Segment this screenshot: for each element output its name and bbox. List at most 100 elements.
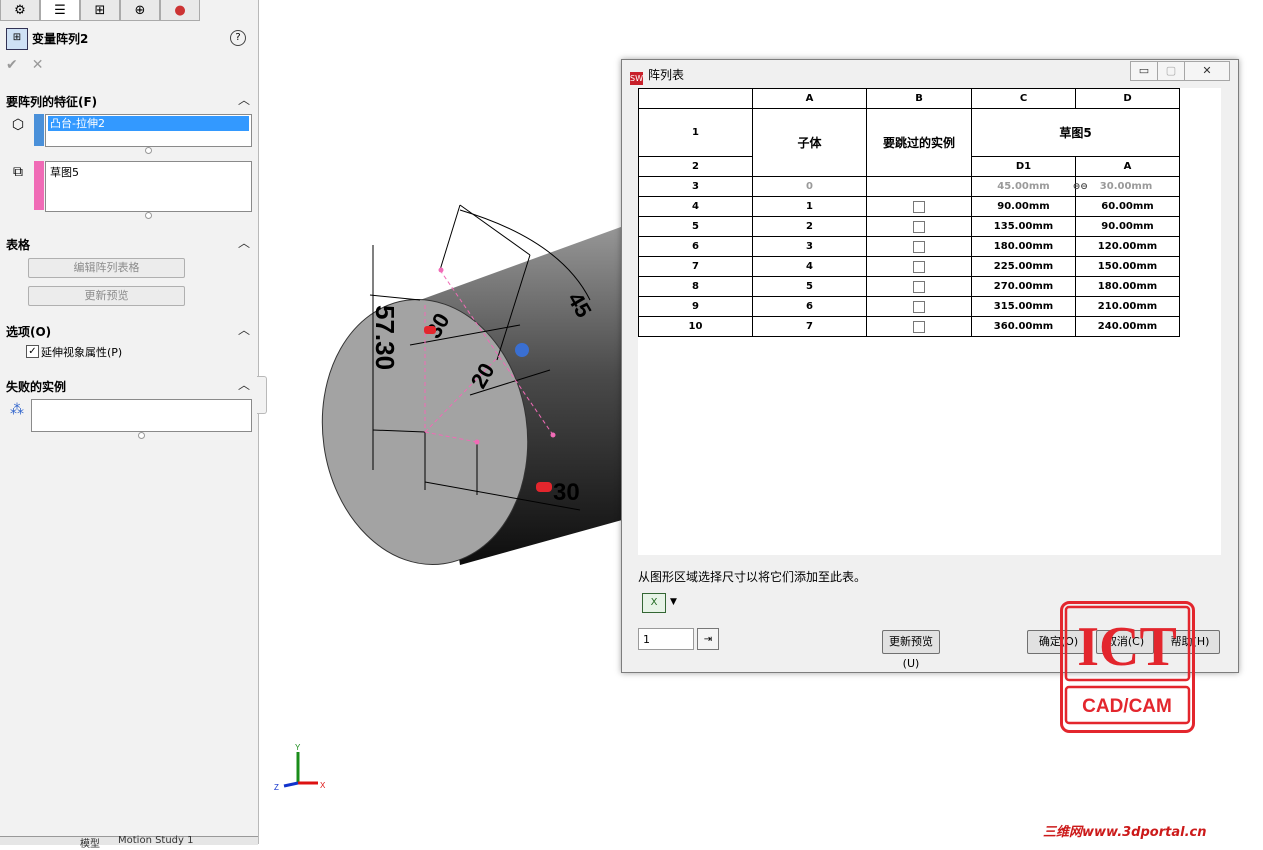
instance-index: 1 (752, 196, 867, 217)
tab-motion-study[interactable]: Motion Study 1 (118, 835, 194, 846)
row-header[interactable]: 9 (638, 296, 753, 317)
collapse-caret-icon[interactable]: ︿ (238, 376, 250, 393)
section-table-title: 表格 (6, 238, 31, 252)
collapse-caret-icon[interactable]: ︿ (238, 91, 250, 108)
section-failed-header[interactable]: 失败的实例 ︿ (6, 378, 250, 395)
extend-visual-checkbox[interactable]: ✓ (26, 345, 39, 358)
row-header[interactable]: 10 (638, 316, 753, 337)
sketch-group-title: 草图5 (971, 108, 1180, 157)
row-header[interactable]: 1 (638, 108, 753, 157)
a-value[interactable]: 60.00mm (1075, 196, 1180, 217)
page-title: 变量阵列2 (32, 32, 89, 46)
d1-value[interactable]: 45.00mm (971, 176, 1076, 197)
row-header[interactable]: 2 (638, 156, 753, 177)
row-header[interactable]: 3 (638, 176, 753, 197)
edit-pattern-table-button[interactable]: 编辑阵列表格 (28, 258, 185, 278)
instance-index: 3 (752, 236, 867, 257)
dimxpert-tab[interactable]: ⊕ (120, 0, 160, 21)
axis-label: Y (295, 743, 301, 752)
skip-checkbox[interactable] (913, 220, 925, 233)
section-table-header[interactable]: 表格 ︿ (6, 236, 250, 253)
d1-value[interactable]: 90.00mm (971, 196, 1076, 217)
row-header[interactable]: 7 (638, 256, 753, 277)
dimension-label: 57.30 (370, 305, 400, 370)
collapse-caret-icon[interactable]: ︿ (238, 234, 250, 251)
sketch-listbox[interactable]: 草图5 (45, 161, 252, 212)
row-header[interactable]: 4 (638, 196, 753, 217)
d1-value[interactable]: 360.00mm (971, 316, 1076, 337)
features-listbox[interactable]: 凸台-拉伸2 (45, 114, 252, 147)
a-value[interactable]: 240.00mm (1075, 316, 1180, 337)
collapse-caret-icon[interactable]: ︿ (238, 321, 250, 338)
sketch-icon: ⧉ (13, 164, 23, 180)
d1-value[interactable]: 135.00mm (971, 216, 1076, 237)
feature-manager-tab[interactable]: ⚙ (0, 0, 40, 21)
resize-grip[interactable] (145, 212, 152, 219)
cancel-x-icon[interactable]: ✕ (32, 57, 44, 73)
skip-cell (866, 256, 972, 277)
logo-bottom-text: CAD/CAM (1082, 696, 1172, 717)
a-value[interactable]: 120.00mm (1075, 236, 1180, 257)
update-preview-button[interactable]: 更新预览 (28, 286, 185, 306)
d1-value[interactable]: 180.00mm (971, 236, 1076, 257)
column-header[interactable]: D (1075, 88, 1180, 109)
resize-grip[interactable] (138, 432, 145, 439)
a-value[interactable]: 90.00mm (1075, 216, 1180, 237)
d1-value[interactable]: 225.00mm (971, 256, 1076, 277)
table-row: 6 3 180.00mm 120.00mm (638, 236, 1180, 257)
close-button[interactable]: ✕ (1184, 61, 1230, 81)
skip-checkbox[interactable] (913, 200, 925, 213)
section-options-title: 选项(O) (6, 325, 52, 339)
table-row: 5 2 135.00mm 90.00mm (638, 216, 1180, 237)
dialog-title: 阵列表 (648, 68, 685, 82)
table-row: 7 4 225.00mm 150.00mm (638, 256, 1180, 277)
column-header[interactable]: B (866, 88, 972, 109)
instance-index: 2 (752, 216, 867, 237)
section-features-title: 要阵列的特征(F) (6, 95, 98, 109)
column-header[interactable]: C (971, 88, 1076, 109)
configuration-manager-tab[interactable]: ⊞ (80, 0, 120, 21)
maximize-button[interactable]: ▢ (1157, 61, 1185, 81)
feature-body-icon: ⬡ (11, 117, 25, 133)
table-row: 10 7 360.00mm 240.00mm (638, 316, 1180, 337)
ok-check-icon[interactable]: ✔ (6, 57, 18, 73)
section-features-header[interactable]: 要阵列的特征(F) ︿ (6, 93, 250, 110)
a-value[interactable]: 150.00mm (1075, 256, 1180, 277)
instance-index: 7 (752, 316, 867, 337)
skip-checkbox[interactable] (913, 260, 925, 273)
add-rows-icon[interactable]: ⇥ (697, 628, 719, 650)
row-header[interactable]: 6 (638, 236, 753, 257)
d1-value[interactable]: 270.00mm (971, 276, 1076, 297)
list-item[interactable]: 草图5 (50, 164, 79, 180)
minimize-button[interactable]: ▭ (1130, 61, 1158, 81)
chevron-down-icon[interactable]: ▼ (670, 597, 677, 607)
help-icon[interactable]: ? (230, 30, 246, 46)
variable-pattern-icon: ⊞ (6, 28, 28, 50)
section-options-header[interactable]: 选项(O) ︿ (6, 323, 250, 340)
update-preview-button[interactable]: 更新预览(U) (882, 630, 940, 670)
skip-checkbox[interactable] (913, 300, 925, 313)
row-header[interactable]: 8 (638, 276, 753, 297)
property-manager-panel: ⚙ ☰ ⊞ ⊕ ● ⊞ 变量阵列2 ? ✔ ✕ 要阵列的特征(F) ︿ ⬡ 凸台-… (0, 0, 259, 844)
a-value[interactable]: 210.00mm (1075, 296, 1180, 317)
a-value[interactable]: 180.00mm (1075, 276, 1180, 297)
extend-visual-label: 延伸视象属性(P) (41, 346, 123, 359)
property-manager-tab[interactable]: ☰ (40, 0, 80, 21)
skip-checkbox[interactable] (913, 240, 925, 253)
dialog-title-bar[interactable]: SW 阵列表 (630, 66, 684, 85)
row-header[interactable]: 5 (638, 216, 753, 237)
d1-value[interactable]: 315.00mm (971, 296, 1076, 317)
column-header[interactable]: A (752, 88, 867, 109)
failed-instances-listbox[interactable] (31, 399, 252, 432)
skip-checkbox[interactable] (913, 280, 925, 293)
list-item[interactable]: 凸台-拉伸2 (48, 116, 249, 131)
a-value-cell[interactable]: ⊖⊖ 30.00mm (1073, 176, 1180, 197)
skip-checkbox[interactable] (913, 320, 925, 333)
instance-count-input[interactable]: 1 (638, 628, 694, 650)
tab-model[interactable]: 模型 (80, 835, 100, 850)
excel-icon[interactable]: X (642, 593, 666, 613)
pattern-table-grid[interactable]: A B C D 1 子体 要跳过的实例 草图5 2 D1 A 3 0 45.00… (638, 88, 1221, 555)
resize-grip[interactable] (145, 147, 152, 154)
hint-text: 从图形区域选择尺寸以将它们添加至此表。 (638, 570, 867, 584)
display-manager-tab[interactable]: ● (160, 0, 200, 21)
